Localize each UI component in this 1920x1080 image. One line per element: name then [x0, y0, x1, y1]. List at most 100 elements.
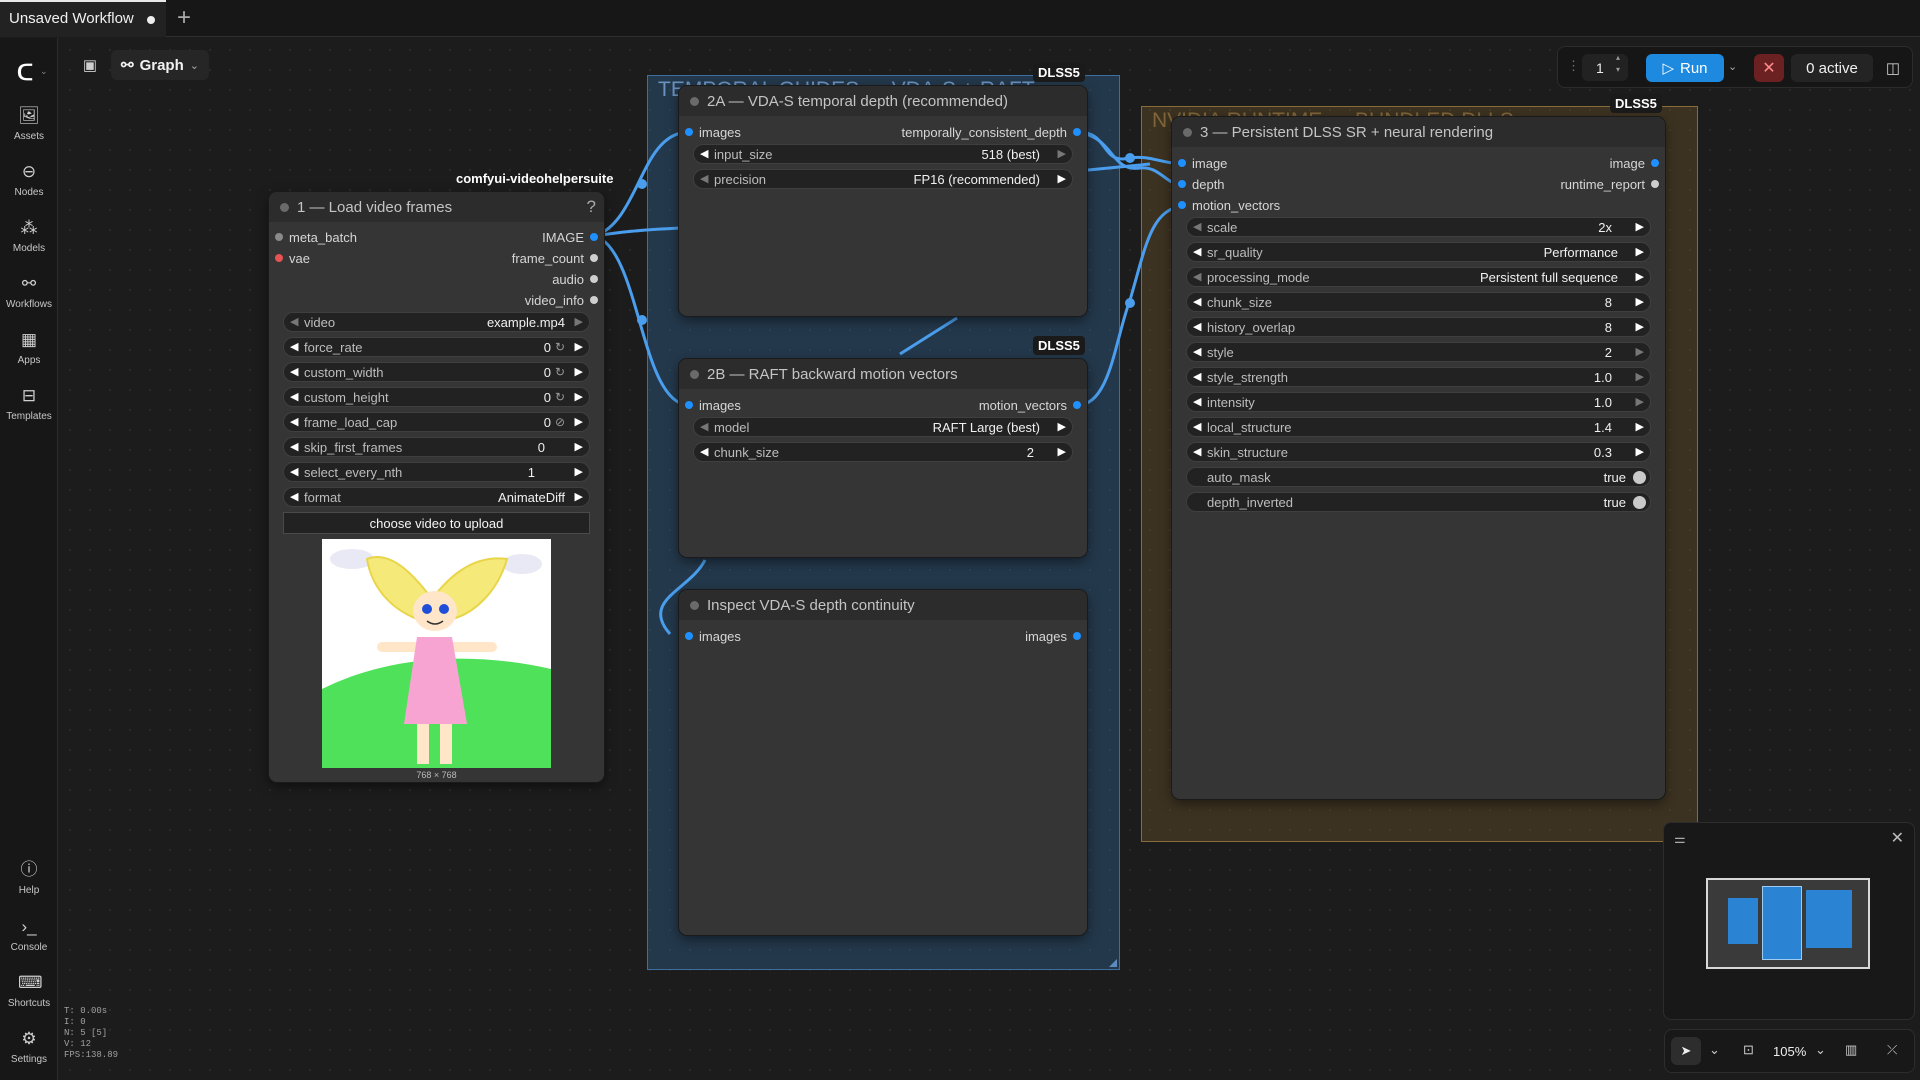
widget-frame-load-cap[interactable]: ◀ frame_load_cap 0 ⊘ ▶ [283, 412, 590, 432]
output-slot[interactable]: runtime_report [1465, 174, 1665, 194]
toggle-knob[interactable] [1633, 496, 1646, 509]
run-button[interactable]: ▷ Run [1646, 54, 1724, 82]
decrement-arrow[interactable]: ◀ [290, 440, 298, 453]
slot-dot[interactable] [590, 254, 598, 262]
decrement-arrow[interactable]: ◀ [1193, 245, 1201, 258]
increment-arrow[interactable]: ▶ [575, 415, 583, 428]
sidebar-item-settings[interactable]: ⚙ Settings [0, 1029, 58, 1065]
widget-custom-width[interactable]: ◀ custom_width 0 ↻ ▶ [283, 362, 590, 382]
widget-style[interactable]: ◀ style 2 ▶ [1186, 342, 1651, 362]
slot-dot[interactable] [1651, 180, 1659, 188]
decrement-arrow[interactable]: ◀ [700, 445, 708, 458]
node-header[interactable]: 2A — VDA-S temporal depth (recommended) [679, 86, 1087, 116]
sidebar-item-shortcuts[interactable]: ⌨ Shortcuts [0, 973, 58, 1009]
disabled-icon[interactable]: ⊘ [555, 415, 565, 429]
increment-arrow[interactable]: ▶ [1058, 172, 1066, 185]
decrement-arrow[interactable]: ◀ [1193, 270, 1201, 283]
increment-arrow[interactable]: ▶ [1636, 270, 1644, 283]
input-slot[interactable]: motion_vectors [1172, 195, 1372, 215]
increment-arrow[interactable]: ▶ [1636, 295, 1644, 308]
slot-dot[interactable] [1178, 180, 1186, 188]
widget-select-every-nth[interactable]: ◀ select_every_nth 1 ▶ [283, 462, 590, 482]
widget-scale[interactable]: ◀ scale 2x ▶ [1186, 217, 1651, 237]
slot-dot[interactable] [685, 128, 693, 136]
hide-links-icon[interactable]: ⤫ [1887, 1042, 1897, 1058]
slot-dot[interactable] [1073, 632, 1081, 640]
increment-arrow[interactable]: ▶ [575, 315, 583, 328]
output-slot[interactable]: temporally_consistent_depth [837, 122, 1087, 142]
decrement-arrow[interactable]: ◀ [1193, 345, 1201, 358]
increment-arrow[interactable]: ▶ [1058, 147, 1066, 160]
chevron-down-icon[interactable]: ⌄ [40, 66, 48, 77]
tab-workflow[interactable]: Unsaved Workflow [0, 0, 166, 37]
input-slot[interactable]: depth [1172, 174, 1372, 194]
increment-arrow[interactable]: ▶ [1636, 445, 1644, 458]
zoom-level[interactable]: 105% [1773, 1044, 1806, 1059]
chevron-down-icon[interactable]: ⌄ [1728, 60, 1737, 73]
node-inspect-depth[interactable]: Inspect VDA-S depth continuity images im… [679, 590, 1087, 935]
increment-arrow[interactable]: ▶ [1636, 420, 1644, 433]
increment-arrow[interactable]: ▶ [1636, 395, 1644, 408]
input-slot[interactable]: vae [269, 248, 429, 268]
decrement-arrow[interactable]: ◀ [290, 415, 298, 428]
decrement-arrow[interactable]: ◀ [290, 390, 298, 403]
increment-arrow[interactable]: ▶ [575, 365, 583, 378]
decrement-arrow[interactable]: ◀ [700, 172, 708, 185]
output-slot[interactable]: IMAGE [429, 227, 604, 247]
increment-arrow[interactable]: ▶ [1636, 320, 1644, 333]
slot-dot[interactable] [1651, 159, 1659, 167]
toggle-auto-mask[interactable]: auto_mask true [1186, 467, 1651, 487]
node-persistent-dlss[interactable]: 3 — Persistent DLSS SR + neural renderin… [1172, 117, 1665, 799]
pointer-icon[interactable]: ➤ [1671, 1037, 1701, 1065]
input-slot[interactable]: images [679, 122, 829, 142]
collapse-dot[interactable] [690, 370, 699, 379]
decrement-arrow[interactable]: ◀ [1193, 320, 1201, 333]
input-slot[interactable]: images [679, 626, 829, 646]
queue-active-button[interactable]: 0 active [1791, 54, 1873, 82]
collapse-dot[interactable] [1183, 128, 1192, 137]
output-slot[interactable]: motion_vectors [887, 395, 1087, 415]
widget-precision[interactable]: ◀ precision FP16 (recommended) ▶ [693, 169, 1073, 189]
widget-sr-quality[interactable]: ◀ sr_quality Performance ▶ [1186, 242, 1651, 262]
decrement-arrow[interactable]: ◀ [1193, 220, 1201, 233]
decrement-arrow[interactable]: ◀ [1193, 295, 1201, 308]
widget-intensity[interactable]: ◀ intensity 1.0 ▶ [1186, 392, 1651, 412]
decrement-arrow[interactable]: ◀ [290, 315, 298, 328]
sidebar-item-nodes[interactable]: ⊖ Nodes [0, 162, 58, 198]
upload-video-button[interactable]: choose video to upload [283, 512, 590, 534]
minimap[interactable]: ⚌ ✕ [1663, 822, 1915, 1020]
increment-arrow[interactable]: ▶ [1058, 445, 1066, 458]
slot-dot[interactable] [275, 233, 283, 241]
increment-arrow[interactable]: ▶ [1636, 245, 1644, 258]
input-slot[interactable]: images [679, 395, 829, 415]
toggle-knob[interactable] [1633, 471, 1646, 484]
input-slot[interactable]: image [1172, 153, 1372, 173]
slot-dot[interactable] [1073, 128, 1081, 136]
sidebar-item-templates[interactable]: ⊟ Templates [0, 386, 58, 422]
minimap-viewport[interactable] [1706, 878, 1870, 969]
queue-stepper[interactable]: ▴ ▾ [1616, 52, 1620, 76]
chevron-down-icon[interactable]: ⌄ [1815, 1042, 1826, 1058]
widget-model[interactable]: ◀ model RAFT Large (best) ▶ [693, 417, 1073, 437]
close-icon[interactable]: ✕ [1891, 828, 1904, 848]
widget-format[interactable]: ◀ format AnimateDiff ▶ [283, 487, 590, 507]
reset-icon[interactable]: ↻ [555, 340, 565, 354]
output-slot[interactable]: frame_count [429, 248, 604, 268]
collapse-dot[interactable] [280, 203, 289, 212]
chevron-down-icon[interactable]: ⌄ [1709, 1042, 1720, 1058]
panel-toggle-icon[interactable]: ▣ [75, 50, 105, 80]
graph-mode-button[interactable]: ⚯ Graph ⌄ [111, 50, 209, 80]
decrement-arrow[interactable]: ◀ [1193, 420, 1201, 433]
widget-skin-structure[interactable]: ◀ skin_structure 0.3 ▶ [1186, 442, 1651, 462]
increment-arrow[interactable]: ▶ [575, 390, 583, 403]
node-header[interactable]: 1 — Load video frames ? [269, 192, 604, 222]
sidebar-item-models[interactable]: ⁂ Models [0, 218, 58, 254]
increment-arrow[interactable]: ▶ [1636, 370, 1644, 383]
widget-video[interactable]: ◀ video example.mp4 ▶ [283, 312, 590, 332]
widget-local-structure[interactable]: ◀ local_structure 1.4 ▶ [1186, 417, 1651, 437]
increment-arrow[interactable]: ▶ [1636, 220, 1644, 233]
widget-skip-first-frames[interactable]: ◀ skip_first_frames 0 ▶ [283, 437, 590, 457]
slot-dot[interactable] [685, 401, 693, 409]
node-header[interactable]: 2B — RAFT backward motion vectors [679, 359, 1087, 389]
sidebar-item-apps[interactable]: ▦ Apps [0, 330, 58, 366]
